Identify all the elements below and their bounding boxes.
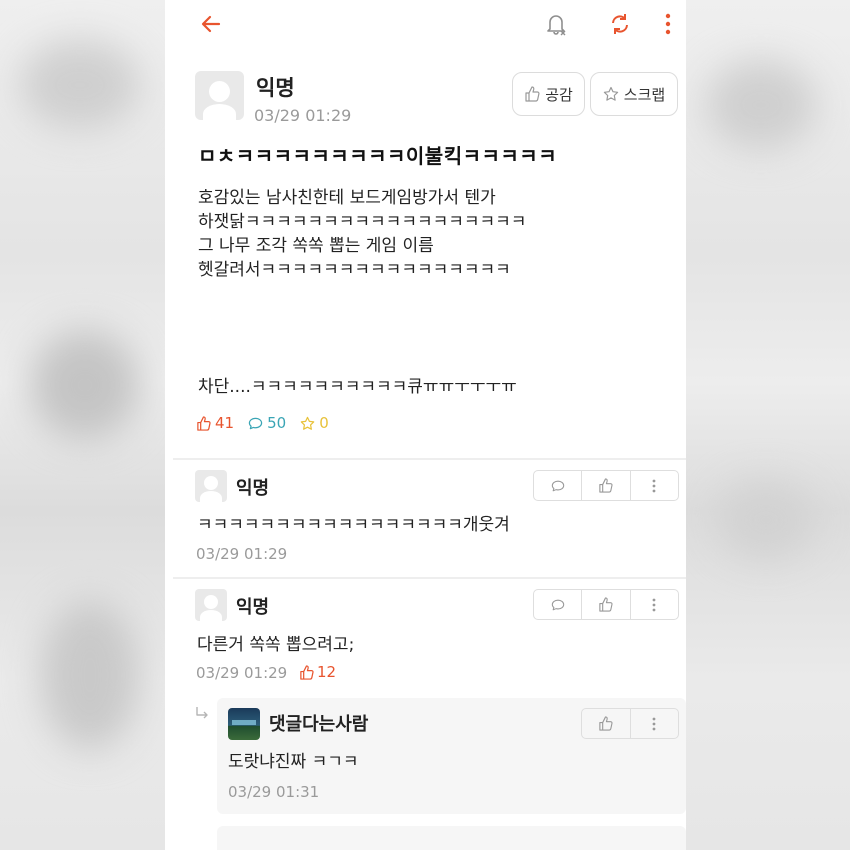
background-right bbox=[686, 0, 850, 850]
more-vertical-icon bbox=[665, 13, 671, 35]
reply-button[interactable] bbox=[534, 471, 583, 500]
next-reply-card bbox=[217, 826, 686, 850]
post-body-line: 호감있는 남사친한테 보드게임방가서 텐가 bbox=[198, 188, 496, 208]
author-avatar bbox=[195, 71, 244, 120]
blur-blob bbox=[30, 330, 140, 440]
top-bar bbox=[165, 0, 686, 48]
post-time: 03/29 01:29 bbox=[254, 106, 352, 125]
speech-bubble-icon bbox=[551, 599, 564, 610]
post-body-line: 그 나무 조각 쏙쏙 뽑는 게임 이름 bbox=[198, 236, 434, 256]
reply-avatar bbox=[228, 708, 260, 740]
comment-more-button[interactable] bbox=[631, 471, 678, 500]
scrap-count: 0 bbox=[300, 414, 329, 432]
post-title: ㅁㅊㅋㅋㅋㅋㅋㅋㅋㅋㅋ이불킥ㅋㅋㅋㅋㅋ bbox=[198, 144, 558, 168]
blur-blob bbox=[706, 60, 816, 150]
post-stats: 41 50 0 bbox=[196, 414, 329, 432]
notification-off-button[interactable] bbox=[542, 10, 570, 38]
comment-avatar bbox=[195, 470, 227, 502]
more-vertical-icon bbox=[652, 479, 656, 492]
like-count: 41 bbox=[196, 414, 234, 432]
comment-text: ㅋㅋㅋㅋㅋㅋㅋㅋㅋㅋㅋㅋㅋㅋㅋㅋㅋ개웃겨 bbox=[197, 515, 510, 535]
speech-bubble-icon bbox=[551, 480, 564, 491]
comment-actions bbox=[533, 589, 679, 620]
thumbs-up-icon bbox=[197, 415, 211, 431]
comment-time: 03/29 01:29 bbox=[196, 545, 288, 563]
scrap-count-value: 0 bbox=[319, 414, 329, 432]
more-vertical-icon bbox=[652, 717, 656, 730]
scrap-button[interactable]: 스크랩 bbox=[590, 72, 678, 116]
thumbs-up-icon bbox=[599, 478, 614, 493]
blur-blob bbox=[20, 40, 140, 130]
reply-time: 03/29 01:31 bbox=[228, 783, 320, 801]
reply-text: 도랏냐진짜 ㅋㄱㅋ bbox=[228, 752, 359, 772]
like-button[interactable]: 공감 bbox=[512, 72, 585, 116]
comment-author: 익명 bbox=[236, 478, 270, 499]
arrow-left-icon bbox=[201, 15, 221, 33]
reply-button[interactable] bbox=[534, 590, 583, 619]
post-body-end: 차단....ㅋㅋㅋㅋㅋㅋㅋㅋㅋㅋ큐ㅠㅠㅜㅜㅜㅠ bbox=[198, 377, 517, 397]
comment-like-value: 12 bbox=[317, 663, 337, 681]
post-body-line: 헷갈려서ㅋㅋㅋㅋㅋㅋㅋㅋㅋㅋㅋㅋㅋㅋㅋㅋ bbox=[198, 260, 511, 280]
comment-count-value: 50 bbox=[267, 414, 287, 432]
thumbs-up-icon bbox=[525, 86, 540, 102]
blur-blob bbox=[716, 480, 816, 560]
refresh-icon bbox=[612, 14, 628, 34]
refresh-button[interactable] bbox=[606, 10, 634, 38]
divider bbox=[173, 458, 686, 460]
reply-more-button[interactable] bbox=[631, 709, 679, 738]
comment-avatar bbox=[195, 589, 227, 621]
comment-time: 03/29 01:29 bbox=[196, 664, 288, 682]
post-author: 익명 bbox=[256, 76, 295, 100]
comment-actions bbox=[533, 470, 679, 501]
comment-count: 50 bbox=[248, 414, 286, 432]
reply-author: 댓글다는사람 bbox=[269, 714, 369, 735]
thumbs-up-icon bbox=[599, 716, 613, 731]
thumbs-up-icon bbox=[300, 664, 314, 680]
bell-off-icon bbox=[547, 15, 566, 36]
comment-author: 익명 bbox=[236, 597, 270, 618]
more-vertical-icon bbox=[652, 598, 656, 611]
speech-bubble-icon bbox=[248, 417, 263, 429]
like-button-label: 공감 bbox=[545, 85, 573, 104]
divider bbox=[173, 577, 686, 579]
back-button[interactable] bbox=[197, 10, 225, 38]
app-screen: 익명 03/29 01:29 공감 스크랩 ㅁㅊㅋㅋㅋㅋㅋㅋㅋㅋㅋ이불킥ㅋㅋㅋㅋ… bbox=[165, 0, 686, 850]
comment-text: 다른거 쏙쏙 뽑으려고; bbox=[197, 635, 355, 655]
reply-actions bbox=[581, 708, 679, 739]
reply-card: 댓글다는사람 도랏냐진짜 ㅋㄱㅋ 03/29 01:31 bbox=[217, 698, 686, 814]
reply-like-button[interactable] bbox=[582, 709, 631, 738]
blur-blob bbox=[40, 600, 140, 750]
comment-like-button[interactable] bbox=[582, 590, 631, 619]
comment-more-button[interactable] bbox=[631, 590, 678, 619]
background-left bbox=[0, 0, 165, 850]
comment-like-button[interactable] bbox=[582, 471, 631, 500]
star-icon bbox=[300, 416, 315, 430]
more-button[interactable] bbox=[659, 10, 677, 38]
reply-arrow-icon bbox=[196, 707, 208, 719]
thumbs-up-icon bbox=[599, 597, 614, 612]
scrap-button-label: 스크랩 bbox=[623, 85, 666, 104]
like-count-value: 41 bbox=[215, 414, 235, 432]
post-body-line: 하잿닭ㅋㅋㅋㅋㅋㅋㅋㅋㅋㅋㅋㅋㅋㅋㅋㅋㅋㅋ bbox=[198, 212, 527, 232]
comment-like-count: 12 bbox=[299, 663, 336, 681]
star-icon bbox=[603, 86, 618, 101]
